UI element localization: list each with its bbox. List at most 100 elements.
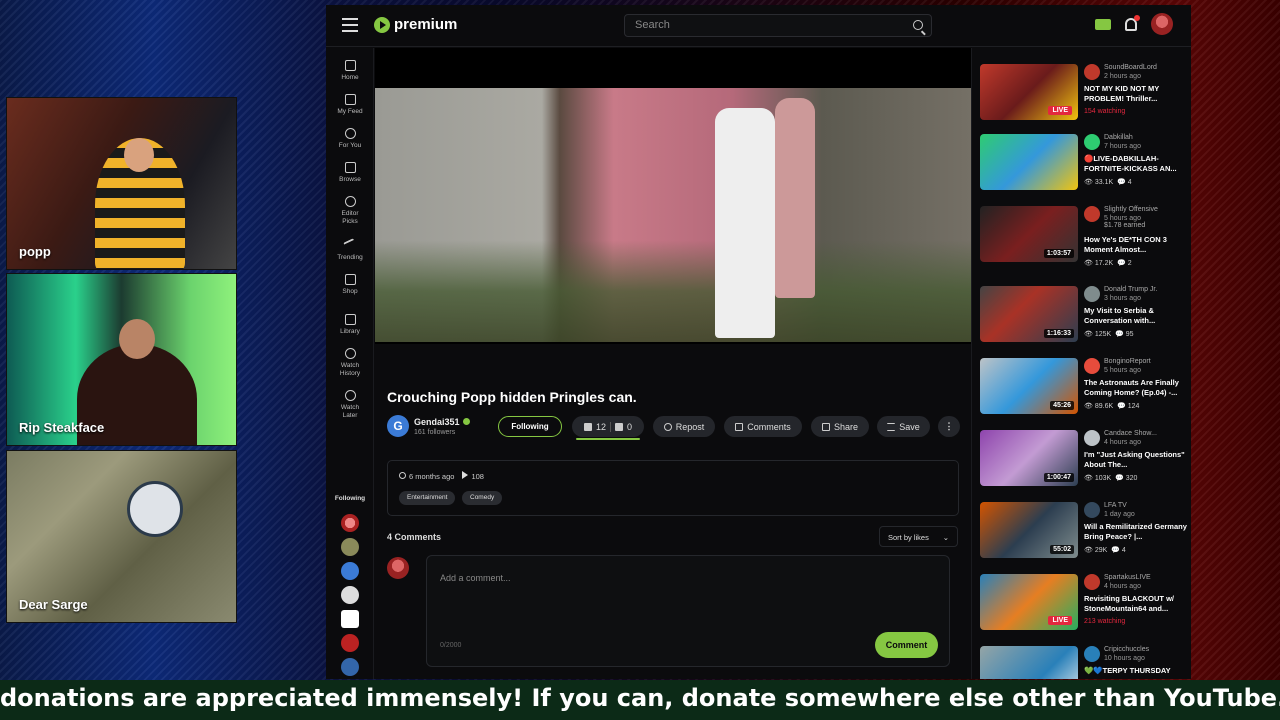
channel-name[interactable]: Cripicchuccles bbox=[1104, 646, 1149, 653]
video-thumbnail[interactable]: 45:26 bbox=[980, 358, 1078, 414]
video-title[interactable]: The Astronauts Are Finally Coming Home? … bbox=[1084, 378, 1191, 398]
upload-video-icon[interactable] bbox=[1095, 18, 1111, 30]
thumbs-down-icon[interactable] bbox=[615, 422, 623, 431]
tag-entertainment[interactable]: Entertainment bbox=[399, 491, 456, 505]
following-avatar[interactable] bbox=[341, 514, 359, 532]
tag-comedy[interactable]: Comedy bbox=[462, 491, 503, 505]
channel-name[interactable]: Donald Trump Jr. bbox=[1104, 286, 1157, 293]
video-player[interactable] bbox=[375, 48, 971, 344]
sidebar-item-shop[interactable]: Shop bbox=[326, 274, 374, 296]
video-thumbnail[interactable]: 1:03:57 bbox=[980, 206, 1078, 262]
related-video-item[interactable]: LIVE SoundBoardLord 2 hours ago NOT MY K… bbox=[980, 64, 1188, 126]
video-title: Crouching Popp hidden Pringles can. bbox=[387, 389, 637, 405]
following-avatar[interactable] bbox=[341, 586, 359, 604]
menu-icon[interactable] bbox=[342, 18, 358, 32]
share-button[interactable]: Share bbox=[811, 416, 869, 437]
related-video-item[interactable]: Dabkillah 7 hours ago 🔴LIVE-DABKILLAH-FO… bbox=[980, 134, 1188, 196]
sidebar-item-my-feed[interactable]: My Feed bbox=[326, 94, 374, 116]
notification-bell-icon[interactable] bbox=[1125, 14, 1140, 31]
live-badge: LIVE bbox=[1048, 106, 1072, 115]
channel-name[interactable]: BonginoReport bbox=[1104, 358, 1151, 365]
sidebar-item-watch-later[interactable]: Watch Later bbox=[326, 390, 374, 420]
related-video-item[interactable]: 1:03:57 Slightly Offensive 5 hours ago $1… bbox=[980, 206, 1188, 268]
channel-avatar[interactable] bbox=[1084, 574, 1100, 590]
video-title[interactable]: I'm "Just Asking Questions" About The... bbox=[1084, 450, 1191, 470]
sidebar-item-label: My Feed bbox=[337, 108, 363, 115]
following-avatar[interactable] bbox=[341, 658, 359, 676]
channel-avatar[interactable] bbox=[1084, 502, 1100, 518]
related-videos-list: LIVE SoundBoardLord 2 hours ago NOT MY K… bbox=[971, 48, 1191, 679]
search-input[interactable] bbox=[625, 15, 895, 35]
video-title[interactable]: NOT MY KID NOT MY PROBLEM! Thriller... bbox=[1084, 84, 1191, 104]
video-thumbnail[interactable]: 55:02 bbox=[980, 502, 1078, 558]
video-thumbnail[interactable]: 1:16:33 bbox=[980, 286, 1078, 342]
channel-avatar[interactable] bbox=[1084, 64, 1100, 80]
comment-placeholder[interactable]: Add a comment... bbox=[440, 573, 511, 583]
repost-button[interactable]: Repost bbox=[653, 416, 715, 437]
comment-submit-button[interactable]: Comment bbox=[875, 632, 938, 658]
channel-avatar[interactable] bbox=[1084, 286, 1100, 302]
comment-input-box[interactable]: Add a comment... 0/2000 Comment bbox=[426, 555, 950, 667]
channel-avatar[interactable] bbox=[1084, 134, 1100, 150]
thumbs-up-icon[interactable] bbox=[583, 422, 592, 431]
logo[interactable]: premium bbox=[374, 16, 457, 33]
video-title[interactable]: Revisiting BLACKOUT w/ StoneMountain64 a… bbox=[1084, 594, 1191, 614]
following-avatar[interactable] bbox=[341, 610, 359, 628]
sidebar-item-browse[interactable]: Browse bbox=[326, 162, 374, 184]
video-thumbnail[interactable]: LIVE bbox=[980, 64, 1078, 120]
webcam-popp: popp bbox=[6, 97, 237, 270]
video-title[interactable]: How Ye's DE*TH CON 3 Moment Almost... bbox=[1084, 235, 1191, 255]
sidebar-item-home[interactable]: Home bbox=[326, 60, 374, 82]
save-button[interactable]: Save bbox=[877, 416, 930, 437]
upload-time: 4 hours ago bbox=[1104, 583, 1141, 590]
channel-name[interactable]: Slightly Offensive bbox=[1104, 206, 1158, 213]
channel-name[interactable]: SpartakusLIVE bbox=[1104, 574, 1151, 581]
channel-name[interactable]: Dabkillah bbox=[1104, 134, 1133, 141]
comment-count: 95 bbox=[1125, 331, 1134, 338]
video-stats: 👁 103K 💬 320 bbox=[1084, 475, 1138, 482]
video-title[interactable]: 💚💙TERPY THURSDAY bbox=[1084, 666, 1191, 676]
user-avatar[interactable] bbox=[1151, 13, 1173, 35]
channel-avatar[interactable] bbox=[1084, 358, 1100, 374]
channel-avatar[interactable] bbox=[1084, 646, 1100, 662]
following-avatar[interactable] bbox=[341, 562, 359, 580]
related-video-item[interactable]: 45:26 BonginoReport 5 hours ago The Astr… bbox=[980, 358, 1188, 420]
channel-avatar[interactable]: G bbox=[387, 415, 409, 437]
sort-comments-dropdown[interactable]: Sort by likes ⌄ bbox=[879, 526, 958, 547]
for-you-icon bbox=[344, 128, 356, 139]
related-video-item[interactable]: LIVE SpartakusLIVE 4 hours ago Revisitin… bbox=[980, 574, 1188, 636]
comments-button[interactable]: Comments bbox=[724, 416, 802, 437]
channel-name[interactable]: Gendai351 bbox=[414, 417, 470, 427]
view-count: 29K bbox=[1094, 547, 1108, 554]
video-thumbnail[interactable]: LIVE bbox=[980, 574, 1078, 630]
sidebar-item-for-you[interactable]: For You bbox=[326, 128, 374, 150]
video-thumbnail[interactable] bbox=[980, 134, 1078, 190]
channel-name[interactable]: Candace Show... bbox=[1104, 430, 1157, 437]
related-video-item[interactable]: Cripicchuccles 10 hours ago 💚💙TERPY THUR… bbox=[980, 646, 1188, 679]
video-title[interactable]: My Visit to Serbia & Conversation with..… bbox=[1084, 306, 1191, 326]
following-button[interactable]: Following bbox=[498, 416, 562, 437]
sidebar-item-watch-history[interactable]: Watch History bbox=[326, 348, 374, 378]
video-stats: 👁 89.6K 💬 124 bbox=[1084, 403, 1140, 410]
channel-name[interactable]: LFA TV bbox=[1104, 502, 1127, 509]
video-title[interactable]: Will a Remilitarized Germany Bring Peace… bbox=[1084, 522, 1191, 542]
sidebar-item-editor-picks[interactable]: Editor Picks bbox=[326, 196, 374, 226]
share-label: Share bbox=[833, 421, 859, 432]
related-video-item[interactable]: 55:02 LFA TV 1 day ago Will a Remilitari… bbox=[980, 502, 1188, 564]
more-options-button[interactable]: ⋮ bbox=[938, 416, 960, 437]
search-icon[interactable] bbox=[913, 20, 923, 30]
following-avatar[interactable] bbox=[341, 538, 359, 556]
following-avatar[interactable] bbox=[341, 634, 359, 652]
sidebar-item-library[interactable]: Library bbox=[326, 314, 374, 336]
channel-avatar[interactable] bbox=[1084, 206, 1100, 222]
channel-name[interactable]: SoundBoardLord bbox=[1104, 64, 1157, 71]
video-thumbnail[interactable] bbox=[980, 646, 1078, 679]
related-video-item[interactable]: 1:00:47 Candace Show... 4 hours ago I'm … bbox=[980, 430, 1188, 492]
sidebar-item-trending[interactable]: Trending bbox=[326, 238, 374, 262]
video-thumbnail[interactable]: 1:00:47 bbox=[980, 430, 1078, 486]
channel-avatar[interactable] bbox=[1084, 430, 1100, 446]
video-title[interactable]: 🔴LIVE-DABKILLAH-FORTNITE-KICKASS AN... bbox=[1084, 154, 1191, 174]
duration-badge: 55:02 bbox=[1050, 545, 1074, 554]
dear-sarge-patch-logo bbox=[127, 481, 183, 537]
related-video-item[interactable]: 1:16:33 Donald Trump Jr. 3 hours ago My … bbox=[980, 286, 1188, 348]
